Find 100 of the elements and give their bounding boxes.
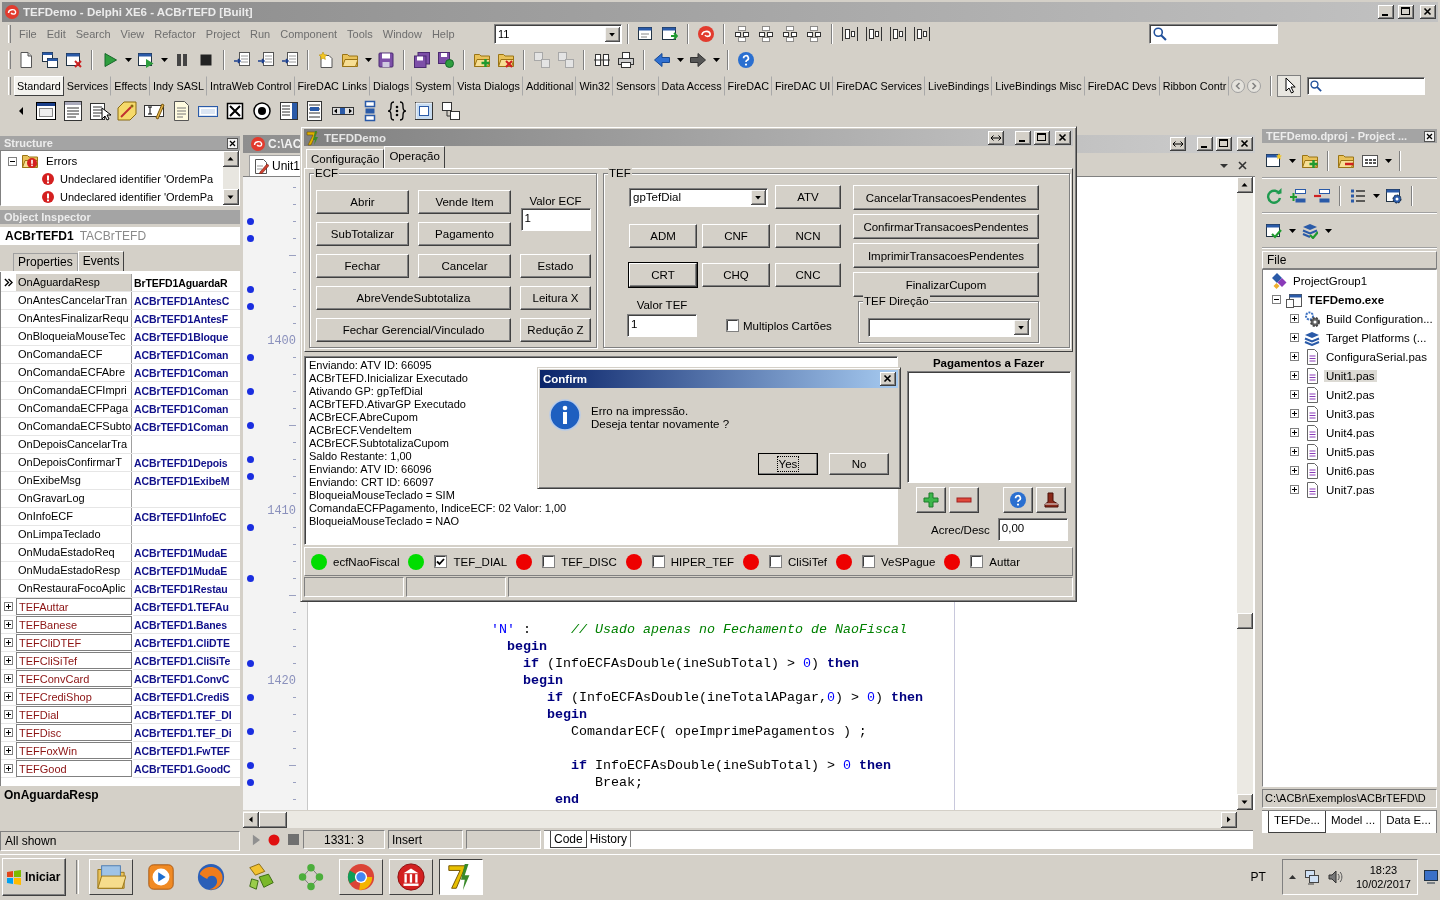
- scroll-down-button[interactable]: [1237, 794, 1253, 810]
- close-icon[interactable]: [1238, 161, 1247, 170]
- back-arrow-icon[interactable]: [654, 52, 670, 68]
- property-name[interactable]: TEFCliSiTef: [16, 652, 132, 669]
- checkbox[interactable]: [769, 555, 782, 568]
- property-name[interactable]: TEFCliDTEF: [16, 634, 132, 651]
- expand-icon[interactable]: [4, 764, 13, 773]
- scroll-left-button[interactable]: [243, 811, 259, 828]
- palette-tab[interactable]: Vista Dialogs: [454, 76, 523, 96]
- component-selector[interactable]: ACBrTEFD1 TACBrTEFD: [0, 227, 240, 245]
- property-name[interactable]: TEFAuttar: [16, 598, 132, 615]
- minimize-button[interactable]: [1015, 130, 1031, 145]
- scroll-right-button[interactable]: [1221, 811, 1237, 828]
- maximize-button[interactable]: [1034, 130, 1050, 145]
- property-value[interactable]: ACBrTEFD1AntesC: [134, 294, 230, 307]
- property-name[interactable]: OnAntesCancelarTran: [16, 292, 132, 309]
- swirl-logo-icon[interactable]: [698, 26, 714, 42]
- align-grid-icon[interactable]: [782, 26, 798, 42]
- property-value[interactable]: ACBrTEFD1Bloque: [134, 330, 229, 343]
- expand-icon[interactable]: [1290, 371, 1299, 380]
- expand-icon[interactable]: [4, 674, 13, 683]
- popup-menu-icon[interactable]: [88, 100, 111, 122]
- tag-icon[interactable]: [115, 100, 138, 122]
- vertical-scrollbar[interactable]: [1237, 177, 1253, 810]
- expand-icon[interactable]: [1290, 485, 1299, 494]
- dock-button[interactable]: [1170, 137, 1186, 151]
- expand-icon[interactable]: [1290, 409, 1299, 418]
- property-value[interactable]: ACBrTEFD1MudaE: [134, 564, 228, 577]
- palette-tab[interactable]: FireDAC UI: [772, 76, 834, 96]
- remove-button[interactable]: [949, 487, 979, 513]
- tree-item[interactable]: Undeclared identifier 'OrdemPa: [60, 191, 214, 203]
- palette-tab[interactable]: Sensors: [613, 76, 659, 96]
- checkbox[interactable]: [542, 555, 556, 568]
- spacing-icon[interactable]: [842, 26, 858, 42]
- search-field[interactable]: [1149, 24, 1278, 44]
- expand-icon[interactable]: [4, 620, 13, 629]
- action-button[interactable]: FinalizarCupom: [853, 272, 1039, 297]
- action-button[interactable]: Abrir: [316, 190, 409, 214]
- expand-icon[interactable]: [4, 692, 13, 701]
- palette-tab[interactable]: FireDAC: [724, 76, 772, 96]
- align-grid-icon[interactable]: [806, 26, 822, 42]
- action-button[interactable]: AbreVendeSubtotaliza: [316, 286, 511, 310]
- tree-item[interactable]: Unit4.pas: [1324, 426, 1377, 439]
- column-header[interactable]: File: [1262, 251, 1437, 269]
- expand-icon[interactable]: [1290, 352, 1299, 361]
- build-config-combo[interactable]: 11: [494, 24, 622, 44]
- document-arrow-icon[interactable]: [234, 52, 250, 68]
- save-all-icon[interactable]: [414, 52, 430, 68]
- network-monitor-icon[interactable]: [1303, 868, 1320, 885]
- expand-icon[interactable]: [1290, 390, 1299, 399]
- action-button[interactable]: Leitura X: [520, 286, 591, 310]
- action-button[interactable]: Pagamento: [418, 222, 511, 246]
- expand-icon[interactable]: [4, 656, 13, 665]
- property-name[interactable]: OnInfoECF: [16, 508, 132, 525]
- delete-folder-icon[interactable]: [498, 52, 514, 68]
- help-button[interactable]: [1003, 487, 1033, 513]
- play-icon[interactable]: [102, 52, 118, 68]
- property-value[interactable]: ACBrTEFD1Coman: [134, 420, 229, 433]
- property-name[interactable]: TEFGood: [16, 760, 132, 777]
- caret-icon[interactable]: [1384, 159, 1392, 163]
- close-button[interactable]: [880, 372, 896, 386]
- checkbox[interactable]: [651, 555, 665, 568]
- scroll-down-button[interactable]: [223, 189, 239, 205]
- dropdown-arrow-icon[interactable]: [751, 190, 766, 205]
- property-name[interactable]: OnComandaECF: [16, 346, 132, 363]
- inspector-tab[interactable]: Properties: [13, 253, 78, 271]
- align-columns-icon[interactable]: [594, 52, 610, 68]
- align-grid-icon[interactable]: [734, 26, 750, 42]
- panel-tab[interactable]: TEFDe...: [1268, 811, 1326, 833]
- numbered-list-icon[interactable]: [1350, 188, 1366, 204]
- action-button[interactable]: ConfirmarTransacoesPendentes: [853, 214, 1039, 239]
- tree-item[interactable]: Target Platforms (...: [1324, 331, 1429, 344]
- tree-item[interactable]: Unit6.pas: [1324, 464, 1377, 477]
- forward-arrow-icon[interactable]: [690, 52, 706, 68]
- checkbox-label[interactable]: HIPER_TEF: [670, 555, 734, 568]
- tree-item[interactable]: ProjectGroup1: [1291, 274, 1370, 287]
- action-button[interactable]: CRT: [629, 263, 697, 287]
- view-grid-icon[interactable]: [1362, 153, 1378, 169]
- gp-combo[interactable]: gpTefDial: [629, 187, 768, 207]
- panel-tab[interactable]: Data E...: [1381, 811, 1437, 833]
- palette-tab[interactable]: Indy SASL: [150, 76, 208, 96]
- caret-icon[interactable]: [1288, 159, 1296, 163]
- checkbox[interactable]: [726, 319, 739, 332]
- menu-icon[interactable]: [61, 100, 84, 122]
- pointer-tool-icon[interactable]: [1277, 75, 1301, 97]
- palette-tab[interactable]: System: [412, 76, 455, 96]
- braces-icon[interactable]: [385, 100, 408, 122]
- action-button[interactable]: CHQ: [702, 263, 770, 287]
- palette-tab[interactable]: LiveBindings: [925, 76, 993, 96]
- caret-icon[interactable]: [364, 58, 372, 62]
- window-icon[interactable]: [638, 26, 654, 42]
- action-button[interactable]: SubTotalizar: [316, 222, 409, 246]
- expand-icon[interactable]: [4, 602, 13, 611]
- palette-tab[interactable]: Dialogs: [370, 76, 413, 96]
- property-value[interactable]: ACBrTEFD1.GoodC: [134, 762, 231, 775]
- add-folder-icon[interactable]: [1302, 153, 1318, 169]
- caret-icon[interactable]: [676, 58, 684, 62]
- property-name[interactable]: TEFDial: [16, 706, 132, 723]
- scroll-up-button[interactable]: [1237, 177, 1253, 193]
- dialog-button[interactable]: Yes: [758, 453, 818, 475]
